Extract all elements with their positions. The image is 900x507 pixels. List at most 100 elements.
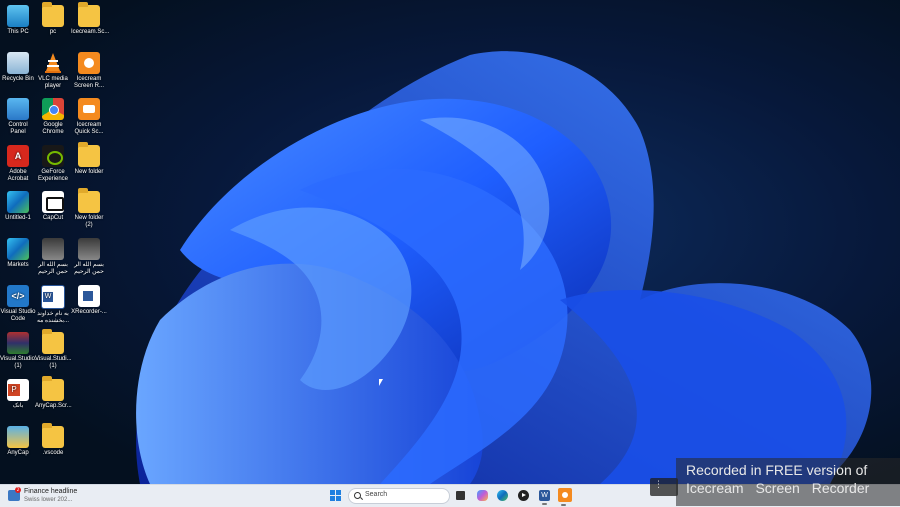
desktop-icon-visual-studio-folder[interactable]: Visual.Studi... (1) [35, 329, 72, 370]
folder-icon [42, 423, 64, 448]
desktop-icon-label: CapCut [42, 215, 64, 221]
desktop-icon-label: Icecream Quick Sc... [74, 122, 104, 135]
desktop-icon-pc-folder[interactable]: pc [35, 2, 71, 36]
media-player-icon[interactable] [518, 490, 529, 501]
wallpaper-bloom [136, 51, 872, 484]
folder-icon [42, 376, 64, 401]
desktop-icon-label: GeForce Experience [37, 169, 69, 182]
icecream-recorder-icon [78, 52, 100, 74]
desktop-icon-label: Visual.Studio... (1) [0, 356, 40, 369]
desktop-icon-label: Control Panel [8, 122, 28, 135]
desktop-icon-label: AnyCap.Scr... [35, 403, 72, 409]
desktop-icon-label: Google Chrome [42, 122, 64, 135]
search-placeholder: Search [365, 491, 388, 498]
desktop-icon-xrecorder[interactable]: XRecorder-... [71, 285, 107, 316]
desktop-icon-capcut[interactable]: CapCut [35, 191, 71, 222]
desktop-icon-icecream-sc-folder[interactable]: Icecream.Sc... [71, 2, 110, 36]
news-headline: Finance headline [24, 488, 78, 495]
recorder-watermark: Recorded in FREE version of Icecream Scr… [676, 458, 900, 506]
desktop-icon-vscode[interactable]: </> Visual Studio Code [0, 285, 36, 323]
search-icon [354, 492, 361, 499]
powerpoint-icon: P [7, 379, 29, 401]
desktop-icon-label: به نام خداوند بخشنده مه... [36, 311, 70, 324]
desktop-icon-this-pc[interactable]: This PC [0, 5, 36, 36]
desktop-icon-recycle-bin[interactable]: Recycle Bin [0, 52, 36, 83]
desktop-icon-label: Visual.Studi... (1) [35, 356, 72, 369]
desktop-icon-anycap-folder[interactable]: AnyCap.Scr... [35, 376, 72, 410]
desktop-icon-geforce[interactable]: GeForce Experience [35, 145, 71, 183]
recycle-bin-icon [7, 52, 29, 74]
document-icon [78, 285, 100, 307]
acrobat-icon: A [7, 145, 29, 167]
capcut-icon [42, 191, 64, 213]
desktop-icon-new-folder[interactable]: New folder [71, 142, 107, 176]
desktop-icon-image-2[interactable]: بسم الله الر حمن الرحيم [71, 238, 107, 276]
task-view-icon[interactable] [456, 491, 465, 500]
news-widget[interactable]: 2 Finance headline Swiss lower 202... [8, 487, 88, 505]
desktop-icon-vlc[interactable]: VLC media player [35, 52, 71, 90]
desktop-icon-label: Icecream.Sc... [71, 29, 110, 35]
vlc-icon [45, 53, 61, 73]
notification-badge: 2 [15, 487, 21, 493]
anycap-icon [7, 426, 29, 448]
desktop-icon-label: .vscode [42, 450, 64, 456]
desktop-icon-visual-studio-rar[interactable]: Visual.Studio... (1) [0, 332, 40, 370]
desktop-icon-new-folder-2[interactable]: New folder (2) [71, 188, 107, 229]
desktop-icon-icecream-quick[interactable]: Icecream Quick Sc... [71, 98, 107, 136]
start-button[interactable] [330, 490, 341, 501]
winrar-icon [7, 332, 29, 354]
desktop-icon-label: Adobe Acrobat [7, 169, 29, 182]
desktop-icon-bank-ppt[interactable]: P بانک [0, 379, 36, 410]
desktop-icon-anycap[interactable]: AnyCap [0, 426, 36, 457]
recorder-toolbar[interactable] [650, 478, 678, 496]
desktop-icon-label: New folder [74, 169, 104, 175]
desktop-icon-label: Markets [7, 262, 29, 268]
desktop-icon-label: New folder (2) [74, 215, 104, 228]
vscode-icon: </> [7, 285, 29, 307]
mouse-cursor-icon [379, 379, 383, 386]
edge-icon [7, 191, 29, 213]
edge-icon[interactable] [497, 490, 508, 501]
desktop-icon-google-chrome[interactable]: Google Chrome [35, 98, 71, 136]
word-icon[interactable]: W [539, 490, 550, 505]
desktop-icon-word-doc[interactable]: W به نام خداوند بخشنده مه... [35, 285, 71, 325]
watermark-line-2: Icecream Screen Recorder [686, 480, 870, 496]
desktop-icon-label: Recycle Bin [2, 76, 34, 82]
watermark-line-1: Recorded in FREE version of [686, 462, 868, 478]
desktop-icon-label: Untitled-1 [5, 215, 31, 221]
computer-icon [7, 5, 29, 27]
desktop-icon-vscode-folder[interactable]: .vscode [35, 423, 71, 457]
desktop-icon-label: XRecorder-... [71, 309, 107, 315]
desktop-icon-label: pc [49, 29, 57, 35]
word-doc-icon: W [41, 285, 65, 309]
icecream-quick-icon [78, 98, 100, 120]
desktop-icon-label: بسم الله الر حمن الرحيم [38, 262, 68, 275]
desktop-icon-label: This PC [7, 29, 29, 35]
folder-icon [42, 329, 64, 354]
edge-icon [7, 238, 29, 260]
desktop-icon-markets[interactable]: Markets [0, 238, 36, 269]
desktop-icon-icecream-screen-recorder[interactable]: Icecream Screen R... [71, 52, 107, 90]
folder-icon [78, 188, 100, 213]
taskbar-search-box[interactable]: Search [348, 488, 450, 504]
desktop-icon-label: بسم الله الر حمن الرحيم [74, 262, 104, 275]
windows-logo-icon [330, 490, 335, 495]
image-file-icon [78, 238, 100, 260]
chrome-icon [42, 98, 64, 120]
icecream-recorder-icon[interactable] [558, 488, 572, 506]
desktop-icon-untitled-1[interactable]: Untitled-1 [0, 191, 36, 222]
desktop-icon-image-1[interactable]: بسم الله الر حمن الرحيم [35, 238, 71, 276]
desktop-icon-label: Visual Studio Code [0, 309, 36, 322]
control-panel-icon [7, 98, 29, 120]
desktop-icon-control-panel[interactable]: Control Panel [0, 98, 36, 136]
copilot-icon[interactable] [477, 490, 488, 501]
desktop-icon-adobe-acrobat[interactable]: A Adobe Acrobat [0, 145, 36, 183]
folder-icon [78, 2, 100, 27]
image-file-icon [42, 238, 64, 260]
nvidia-icon [42, 145, 64, 167]
desktop-icon-label: Icecream Screen R... [73, 76, 104, 89]
desktop-icon-label: AnyCap [7, 450, 29, 456]
folder-icon [42, 2, 64, 27]
desktop-icon-label: VLC media player [38, 76, 68, 89]
news-subtitle: Swiss lower 202... [24, 497, 73, 503]
